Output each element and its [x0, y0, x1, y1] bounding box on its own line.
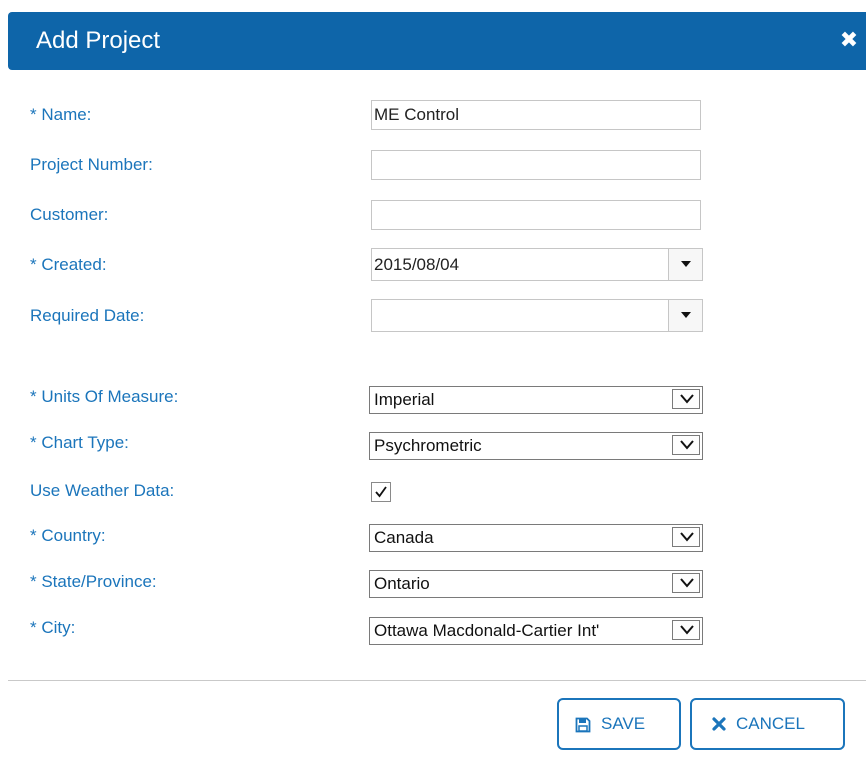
city-select[interactable]: Ottawa Macdonald-Cartier Int' [369, 617, 703, 645]
name-input[interactable]: ME Control [371, 100, 701, 130]
cancel-button-label: CANCEL [736, 714, 805, 733]
created-date-picker[interactable]: 2015/08/04 [371, 248, 703, 281]
project-number-input[interactable] [371, 150, 701, 180]
customer-input[interactable] [371, 200, 701, 230]
chart-type-select[interactable]: Psychrometric [369, 432, 703, 460]
country-label: * Country: [30, 526, 106, 545]
dialog-title: Add Project [36, 27, 161, 54]
chart-type-value: Psychrometric [374, 436, 482, 455]
created-date-dropdown-button[interactable] [668, 249, 702, 280]
checkmark-icon [375, 486, 387, 498]
chevron-down-icon[interactable] [672, 573, 700, 593]
state-province-select[interactable]: Ontario [369, 570, 703, 598]
close-icon[interactable]: ✖ [838, 28, 860, 52]
required-date-picker[interactable] [371, 299, 703, 332]
state-province-value: Ontario [374, 574, 430, 593]
state-province-label: * State/Province: [30, 572, 157, 591]
required-date-label: Required Date: [30, 306, 145, 325]
project-number-label: Project Number: [30, 155, 153, 174]
chart-type-label: * Chart Type: [30, 433, 129, 452]
required-date-dropdown-button[interactable] [668, 300, 702, 331]
created-label: * Created: [30, 255, 107, 274]
dialog-header: Add Project ✖ [8, 12, 866, 70]
units-of-measure-label: * Units Of Measure: [30, 387, 179, 406]
footer-divider [8, 680, 866, 681]
chevron-down-icon[interactable] [672, 389, 700, 409]
chevron-down-icon[interactable] [672, 620, 700, 640]
cancel-button[interactable]: CANCEL [690, 698, 845, 750]
chevron-down-icon[interactable] [672, 527, 700, 547]
country-value: Canada [374, 528, 434, 547]
save-button-label: SAVE [601, 714, 646, 733]
floppy-disk-icon [575, 717, 591, 733]
triangle-down-icon [681, 312, 691, 318]
add-project-dialog: Add Project ✖ * Name: ME Control Project… [0, 0, 866, 765]
use-weather-data-label: Use Weather Data: [30, 481, 175, 500]
units-of-measure-select[interactable]: Imperial [369, 386, 703, 414]
save-button[interactable]: SAVE [557, 698, 681, 750]
name-label: * Name: [30, 105, 92, 124]
units-of-measure-value: Imperial [374, 390, 435, 409]
city-value: Ottawa Macdonald-Cartier Int' [374, 621, 600, 640]
x-icon [712, 717, 726, 731]
country-select[interactable]: Canada [369, 524, 703, 552]
customer-label: Customer: [30, 205, 109, 224]
use-weather-data-checkbox[interactable] [371, 482, 391, 502]
triangle-down-icon [681, 261, 691, 267]
city-label: * City: [30, 618, 76, 637]
created-date-value[interactable]: 2015/08/04 [374, 249, 459, 280]
chevron-down-icon[interactable] [672, 435, 700, 455]
